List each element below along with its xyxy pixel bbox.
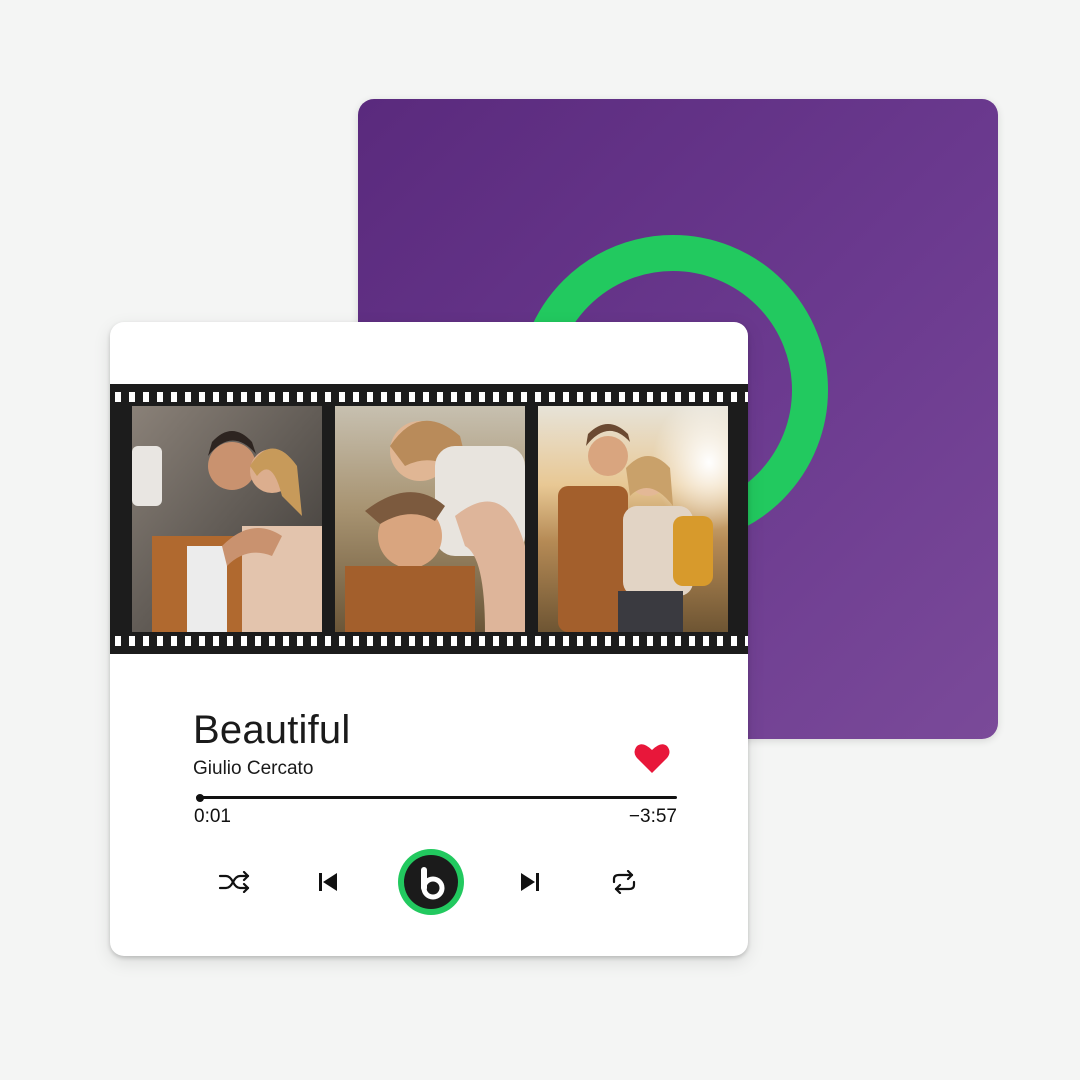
music-player-card: Beautiful Giulio Cercato 0:01 −3:57 xyxy=(110,322,748,956)
repeat-icon[interactable] xyxy=(608,867,640,897)
film-sprockets-top xyxy=(110,392,748,402)
film-sprockets-bottom xyxy=(110,636,748,646)
like-heart-icon[interactable] xyxy=(634,742,670,774)
couple-hugging-photo xyxy=(538,406,728,632)
shuffle-icon[interactable] xyxy=(217,867,253,897)
progress-bar[interactable] xyxy=(196,796,677,799)
previous-track-icon[interactable] xyxy=(313,867,343,897)
couple-selfie-photo xyxy=(335,406,525,632)
song-artist: Giulio Cercato xyxy=(193,758,314,779)
time-remaining: −3:57 xyxy=(628,806,677,827)
photo-filmstrip xyxy=(110,384,748,654)
couple-kissing-photo xyxy=(132,406,322,632)
song-title: Beautiful xyxy=(193,708,351,752)
time-elapsed: 0:01 xyxy=(194,806,231,827)
play-logo-icon[interactable] xyxy=(396,847,466,917)
progress-thumb[interactable] xyxy=(195,794,204,802)
next-track-icon[interactable] xyxy=(515,867,545,897)
